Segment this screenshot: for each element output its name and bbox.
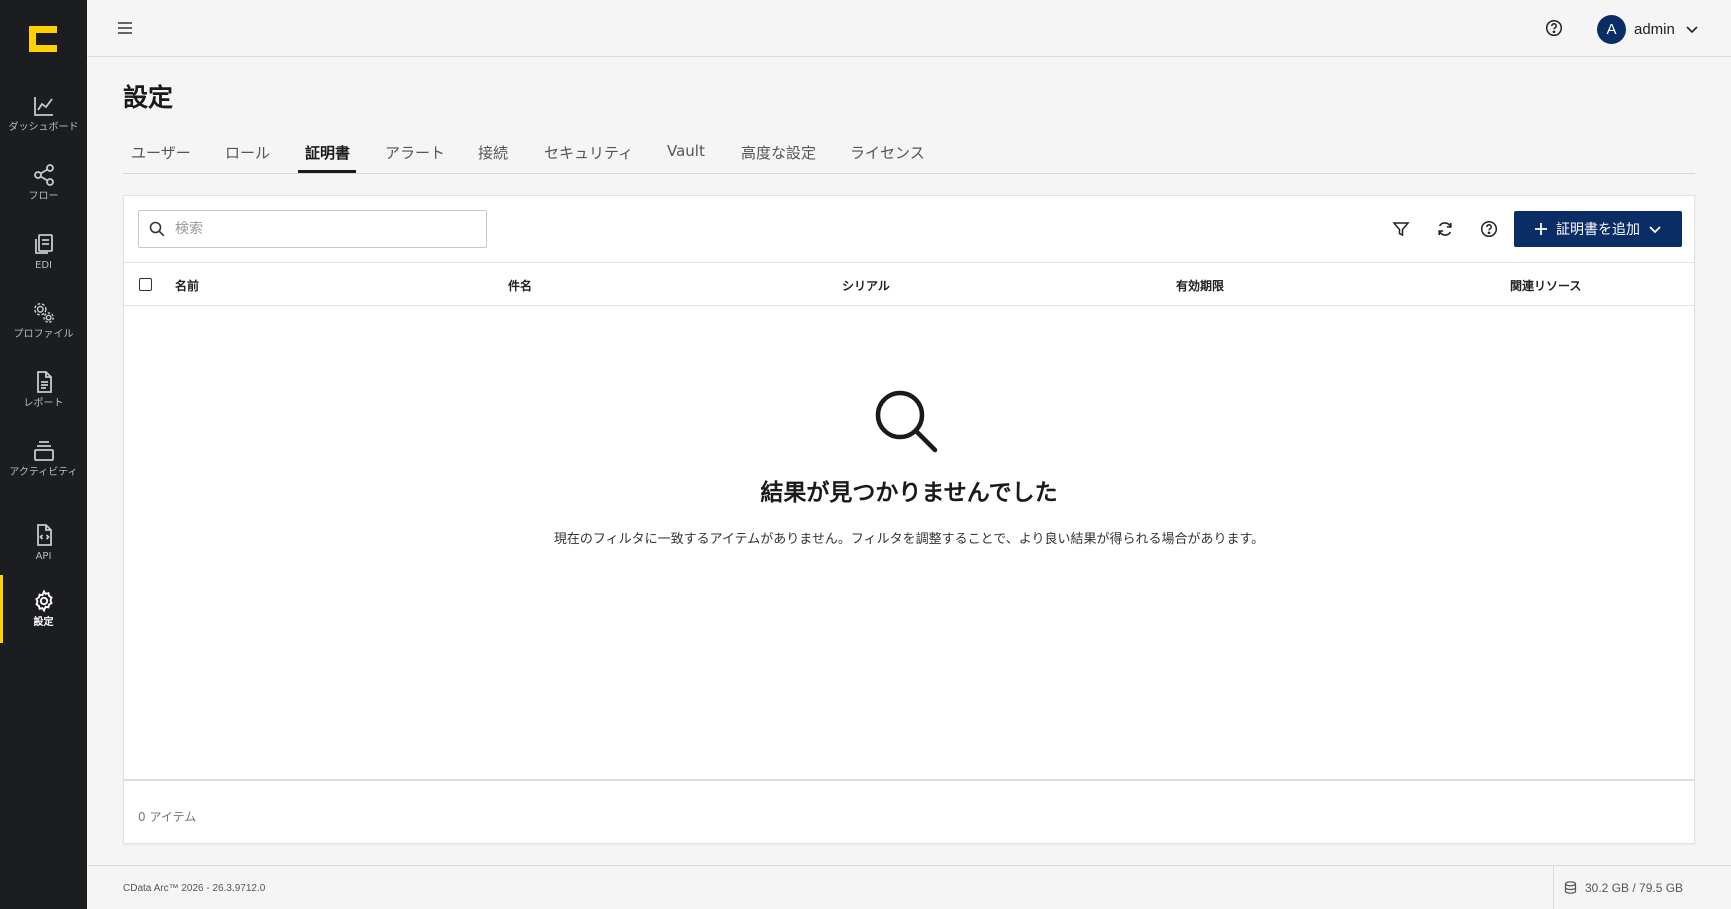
sidebar-item-label: フロー	[28, 191, 59, 202]
search-icon	[875, 390, 938, 453]
sidebar-item-settings[interactable]: 設定	[0, 575, 87, 643]
tab-advanced[interactable]: 高度な設定	[741, 142, 816, 163]
sidebar-item-label: ダッシュボード	[8, 122, 79, 133]
tab-vault[interactable]: Vault	[667, 142, 705, 160]
storage-usage: 30.2 GB / 79.5 GB	[1553, 866, 1731, 909]
item-count: 0 アイテム	[138, 810, 197, 824]
gears-icon	[32, 301, 56, 325]
help-icon[interactable]	[1480, 220, 1498, 238]
sidebar-item-label: 設定	[33, 617, 54, 628]
page-title: 設定	[123, 83, 174, 112]
column-header-related-resources[interactable]: 関連リソース	[1510, 277, 1581, 294]
sidebar-item-report[interactable]: レポート	[0, 356, 87, 424]
search-box[interactable]	[138, 210, 487, 248]
sidebar-item-label: レポート	[23, 398, 64, 409]
cdata-logo[interactable]	[29, 26, 57, 52]
tab-users[interactable]: ユーザー	[131, 142, 191, 163]
version-text: CData Arc™ 2026 - 26.3.9712.0	[123, 883, 266, 894]
certificates-panel: 証明書を追加 名前 件名 シリアル 有効期限 関連リソース 結果が見つかりません…	[123, 195, 1695, 844]
refresh-icon[interactable]	[1436, 220, 1454, 238]
tab-roles[interactable]: ロール	[225, 142, 270, 163]
sidebar-item-flow[interactable]: フロー	[0, 149, 87, 217]
help-icon[interactable]	[1545, 19, 1563, 37]
tab-bar: ユーザー ロール 証明書 アラート 接続 セキュリティ Vault 高度な設定 …	[123, 130, 1695, 174]
user-name: admin	[1634, 20, 1675, 38]
search-input[interactable]	[175, 221, 475, 237]
top-bar: A admin	[87, 0, 1731, 57]
chevron-down-icon	[1649, 226, 1661, 234]
user-menu[interactable]: A admin	[1597, 14, 1699, 44]
column-header-subject[interactable]: 件名	[508, 277, 532, 294]
add-certificate-label: 証明書を追加	[1556, 222, 1640, 238]
filter-icon[interactable]	[1392, 220, 1410, 238]
report-icon	[32, 370, 56, 394]
column-header-serial[interactable]: シリアル	[842, 277, 890, 294]
empty-state-title: 結果が見つかりませんでした	[760, 480, 1058, 506]
hamburger-menu-icon[interactable]	[117, 20, 133, 36]
sidebar: ダッシュボード フロー EDI プロファイル レポート アクティビティ API …	[0, 0, 87, 909]
sidebar-item-label: アクティビティ	[9, 467, 78, 478]
empty-state-description: 現在のフィルタに一致するアイテムがありません。フィルタを調整することで、より良い…	[553, 532, 1265, 547]
search-icon	[149, 221, 165, 237]
share-nodes-icon	[32, 163, 56, 187]
sidebar-item-activity[interactable]: アクティビティ	[0, 425, 87, 493]
add-certificate-button[interactable]: 証明書を追加	[1514, 211, 1682, 247]
chevron-down-icon	[1686, 26, 1698, 34]
table-footer: 0 アイテム	[124, 779, 1694, 843]
gear-icon	[32, 589, 56, 613]
tab-security[interactable]: セキュリティ	[544, 142, 633, 163]
active-tab-indicator	[298, 170, 356, 173]
column-header-expiration[interactable]: 有効期限	[1176, 277, 1224, 294]
tab-alerts[interactable]: アラート	[385, 142, 445, 163]
plus-icon	[1535, 223, 1547, 235]
sidebar-item-label: EDI	[35, 260, 52, 271]
table-header: 名前 件名 シリアル 有効期限 関連リソース	[124, 262, 1694, 306]
tab-connections[interactable]: 接続	[478, 142, 508, 163]
sidebar-item-profile[interactable]: プロファイル	[0, 287, 87, 355]
select-all-checkbox[interactable]	[139, 278, 152, 291]
chart-line-icon	[32, 94, 56, 118]
activity-icon	[32, 439, 56, 463]
sidebar-item-edi[interactable]: EDI	[0, 218, 87, 286]
tab-license[interactable]: ライセンス	[850, 142, 925, 163]
sidebar-item-label: プロファイル	[13, 329, 74, 340]
tab-certificates[interactable]: 証明書	[305, 142, 350, 163]
sidebar-item-api[interactable]: API	[0, 509, 87, 577]
status-bar: CData Arc™ 2026 - 26.3.9712.0 30.2 GB / …	[87, 865, 1731, 909]
storage-text: 30.2 GB / 79.5 GB	[1585, 880, 1684, 895]
database-icon	[1564, 881, 1577, 894]
avatar: A	[1597, 14, 1626, 44]
sidebar-item-label: API	[35, 551, 52, 562]
api-file-icon	[32, 523, 56, 547]
sidebar-item-dashboard[interactable]: ダッシュボード	[0, 80, 87, 148]
column-header-name[interactable]: 名前	[175, 277, 199, 294]
documents-icon	[32, 232, 56, 256]
